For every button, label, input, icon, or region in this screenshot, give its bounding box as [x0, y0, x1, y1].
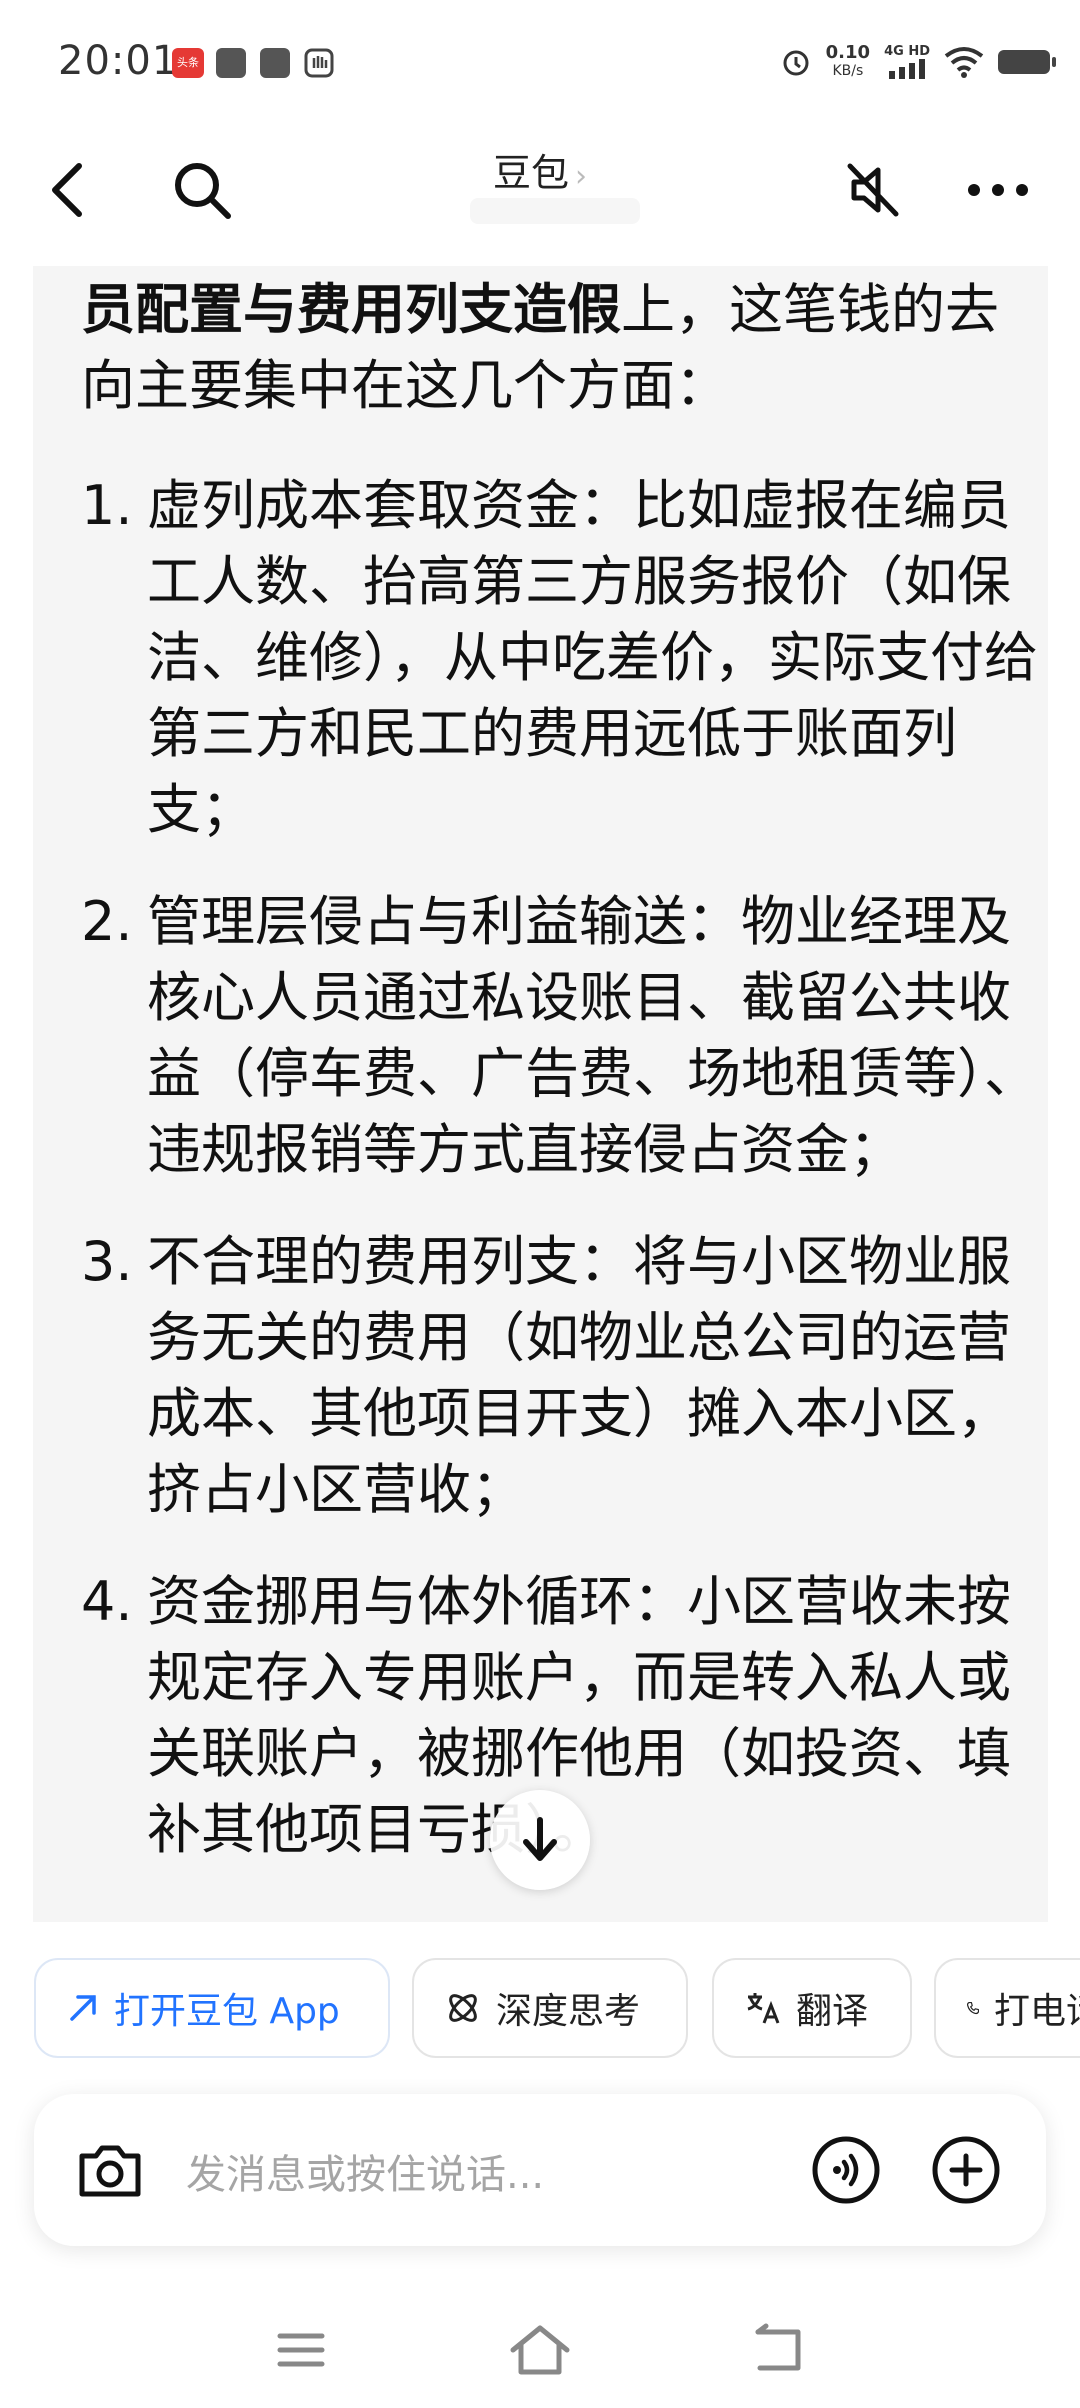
assistant-message: 员配置与费用列支造假上，这笔钱的去向主要集中在这几个方面： 1. 虚列成本套取资金…	[33, 266, 1048, 1922]
net-speed: 0.10 KB/s	[825, 42, 871, 80]
signal-block: 4G HD	[884, 45, 930, 79]
vivo-app-icon	[260, 48, 290, 78]
battery-icon	[998, 50, 1056, 74]
more-dots-icon	[968, 184, 1028, 196]
list-item: 2. 管理层侵占与利益输送：物业经理及核心人员通过私设账目、截留公共收益（停车费、…	[81, 890, 1038, 1181]
signal-icon	[889, 59, 926, 79]
external-arrow-icon	[70, 1995, 96, 2021]
add-button[interactable]	[930, 2134, 1002, 2206]
plus-circle-icon	[932, 2136, 1000, 2204]
app-badge-icon: 头条	[172, 48, 204, 78]
voice-call-icon	[812, 2136, 880, 2204]
translate-icon	[747, 1993, 780, 2024]
arrow-down-icon	[523, 1817, 557, 1861]
phone-icon	[966, 2001, 980, 2015]
top-nav: 豆包 ›	[0, 120, 1080, 260]
message-body: 员配置与费用列支造假上，这笔钱的去向主要集中在这几个方面： 1. 虚列成本套取资金…	[81, 272, 1041, 1904]
message-intro: 员配置与费用列支造假上，这笔钱的去向主要集中在这几个方面：	[81, 278, 999, 417]
camera-icon	[79, 2145, 141, 2197]
message-app-icon	[216, 48, 246, 78]
camera-button[interactable]	[74, 2134, 146, 2206]
open-app-chip[interactable]: 打开豆包 App	[34, 1958, 390, 2058]
wifi-icon	[944, 47, 984, 78]
system-nav-bar	[0, 2300, 1080, 2408]
hand-app-icon	[304, 48, 334, 78]
menu-lines-icon	[277, 2333, 325, 2367]
home-nav-button[interactable]	[505, 2320, 575, 2380]
list-item: 1. 虚列成本套取资金：比如虚报在编员工人数、抬高第三方服务报价（如保洁、维修），…	[81, 474, 1038, 841]
home-icon	[510, 2325, 570, 2375]
scroll-to-bottom-button[interactable]	[490, 1790, 590, 1890]
reason-list: 1. 虚列成本套取资金：比如虚报在编员工人数、抬高第三方服务报价（如保洁、维修），…	[81, 468, 1041, 1868]
alarm-icon	[783, 50, 809, 76]
mute-button[interactable]	[832, 150, 912, 230]
status-right: 0.10 KB/s 4G HD	[780, 42, 1056, 82]
menu-nav-button[interactable]	[266, 2320, 336, 2380]
list-item: 3. 不合理的费用列支：将与小区物业服务无关的费用（如物业总公司的运营成本、其他项…	[81, 1230, 1011, 1521]
chat-title[interactable]: 豆包 ›	[0, 142, 1080, 197]
atom-icon	[449, 1994, 477, 2022]
translate-chip[interactable]: 翻译	[712, 1958, 912, 2058]
status-time: 20:01	[58, 38, 179, 84]
deep-think-chip[interactable]: 深度思考	[412, 1958, 688, 2058]
quick-actions: 打开豆包 App 深度思考 翻译 打电话	[0, 1950, 1080, 2060]
message-input-bar: 发消息或按住说话...	[34, 2094, 1046, 2246]
message-input[interactable]: 发消息或按住说话...	[186, 2142, 544, 2200]
status-bar: 20:01 头条 0.10 KB/s 4G HD	[0, 0, 1080, 120]
title-subtext	[470, 198, 640, 224]
back-nav-button[interactable]	[744, 2320, 814, 2380]
back-nav-icon	[755, 2323, 801, 2371]
call-chip[interactable]: 打电话	[934, 1958, 1080, 2058]
speaker-muted-icon	[847, 163, 899, 217]
voice-call-button[interactable]	[810, 2134, 882, 2206]
more-button[interactable]	[958, 150, 1038, 230]
